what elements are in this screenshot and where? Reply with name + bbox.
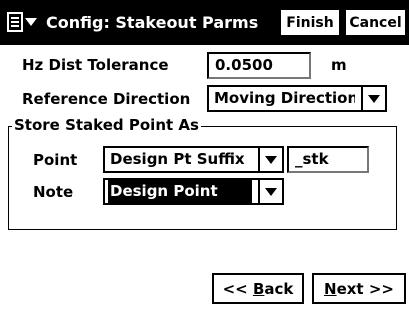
hz-dist-tolerance-input[interactable]: 0.0500 (207, 52, 311, 79)
next-button[interactable]: Next >> (312, 273, 406, 304)
caret-down-icon (25, 18, 37, 26)
point-mode-dropdown-button[interactable] (258, 148, 282, 171)
note-label: Note (33, 183, 74, 201)
finish-button[interactable]: Finish (279, 8, 341, 37)
point-label: Point (33, 151, 78, 169)
reference-direction-select[interactable]: Moving Direction (207, 85, 387, 112)
window-menu-button[interactable] (4, 8, 40, 36)
point-mode-value: Design Pt Suffix (110, 150, 245, 168)
back-button-accelerator: B (252, 279, 265, 298)
back-button-label: ack (264, 279, 294, 298)
back-button[interactable]: << Back (212, 273, 304, 304)
next-button-accelerator: N (324, 279, 337, 298)
chevron-down-icon (368, 94, 380, 103)
store-staked-point-group-title: Store Staked Point As (12, 116, 201, 134)
back-button-prefix: << (222, 279, 253, 298)
note-select[interactable]: Design Point (103, 178, 284, 205)
point-mode-select[interactable]: Design Pt Suffix (103, 146, 284, 173)
reference-direction-label: Reference Direction (22, 90, 191, 108)
window-title: Config: Stakeout Parms (46, 13, 259, 32)
note-dropdown-button[interactable] (258, 180, 282, 203)
reference-direction-value: Moving Direction (214, 89, 355, 107)
chevron-down-icon (265, 187, 277, 196)
title-bar: Config: Stakeout Parms Finish Cancel (0, 0, 409, 45)
hz-dist-unit: m (331, 56, 347, 74)
chevron-down-icon (265, 155, 277, 164)
next-button-label: ext >> (336, 279, 394, 298)
hz-dist-tolerance-label: Hz Dist Tolerance (22, 56, 169, 74)
cancel-button[interactable]: Cancel (344, 8, 407, 37)
window-menu-icon (7, 12, 23, 32)
note-value: Design Point (108, 180, 252, 203)
reference-direction-dropdown-button[interactable] (361, 87, 385, 110)
point-suffix-input[interactable]: _stk (287, 146, 369, 173)
